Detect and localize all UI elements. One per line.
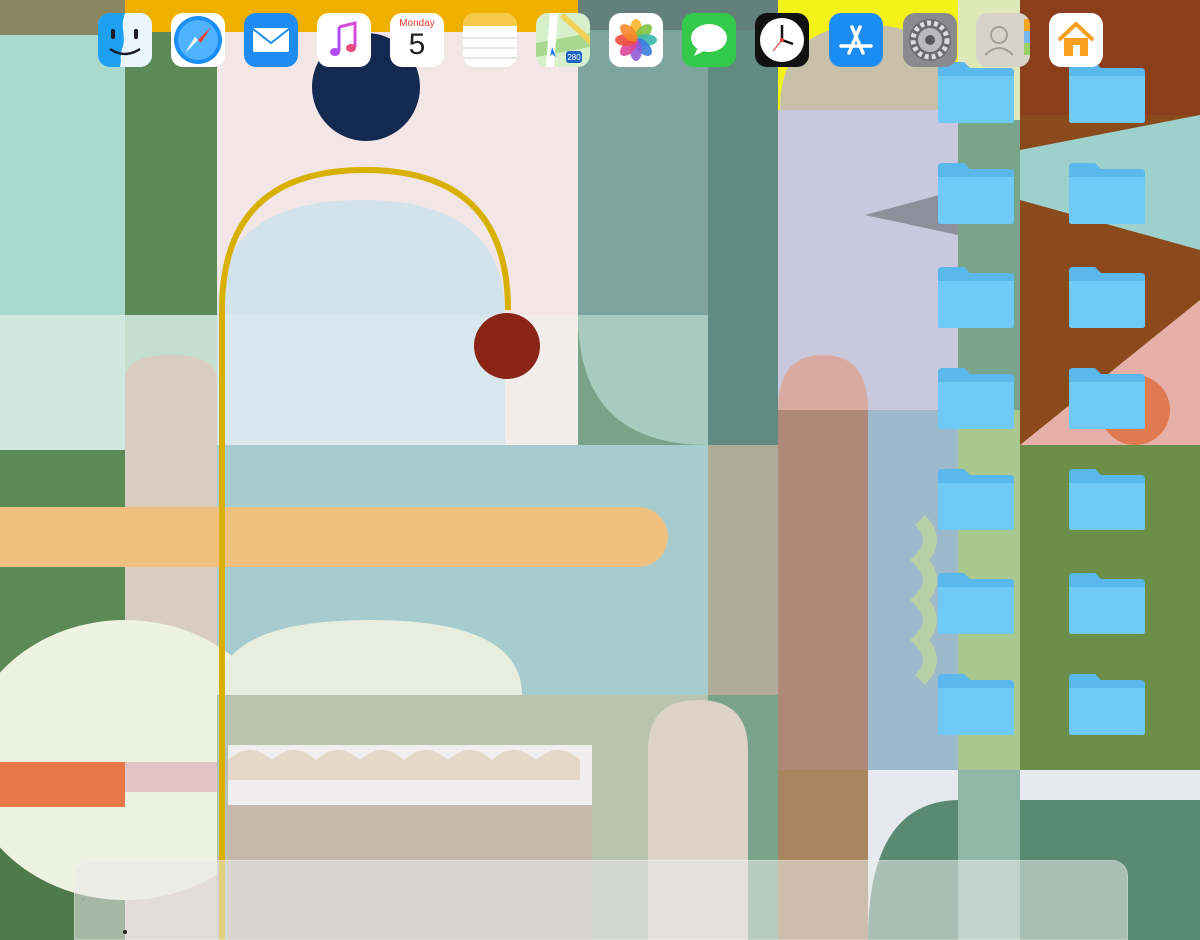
clock-icon[interactable] — [755, 13, 809, 67]
folder-icon[interactable] — [936, 366, 1016, 430]
folder-icon[interactable] — [936, 60, 1016, 124]
finder-running-indicator — [123, 930, 127, 934]
dock — [74, 860, 1128, 940]
photos-icon[interactable] — [609, 13, 663, 67]
contacts-icon[interactable] — [976, 13, 1030, 67]
music-icon[interactable] — [317, 13, 371, 67]
gear-icon[interactable] — [903, 13, 957, 67]
messages-icon[interactable] — [682, 13, 736, 67]
folder-icon[interactable] — [936, 467, 1016, 531]
dock-lock-indicator: ▪ — [82, 895, 85, 904]
finder-icon[interactable] — [98, 13, 152, 67]
folder-icon[interactable] — [1067, 161, 1147, 225]
folder-icon[interactable] — [1067, 672, 1147, 736]
folder-icon[interactable] — [936, 265, 1016, 329]
calendar-icon[interactable]: Monday 5 — [390, 13, 444, 67]
folder-icon[interactable] — [936, 161, 1016, 225]
maps-icon[interactable]: 280 — [536, 13, 590, 67]
maps-route-label: 280 — [567, 53, 581, 62]
safari-icon[interactable] — [171, 13, 225, 67]
folder-icon[interactable] — [936, 672, 1016, 736]
folder-icon[interactable] — [1067, 571, 1147, 635]
home-icon[interactable] — [1049, 13, 1103, 67]
app-store-icon[interactable] — [829, 13, 883, 67]
desktop-wallpaper — [0, 0, 1200, 940]
folder-icon[interactable] — [1067, 265, 1147, 329]
folder-icon[interactable] — [936, 571, 1016, 635]
calendar-day: 5 — [408, 28, 426, 61]
wallpaper-art — [0, 0, 1200, 940]
notes-icon[interactable] — [463, 13, 517, 67]
folder-icon[interactable] — [1067, 60, 1147, 124]
folder-icon[interactable] — [1067, 467, 1147, 531]
mail-icon[interactable] — [244, 13, 298, 67]
folder-icon[interactable] — [1067, 366, 1147, 430]
